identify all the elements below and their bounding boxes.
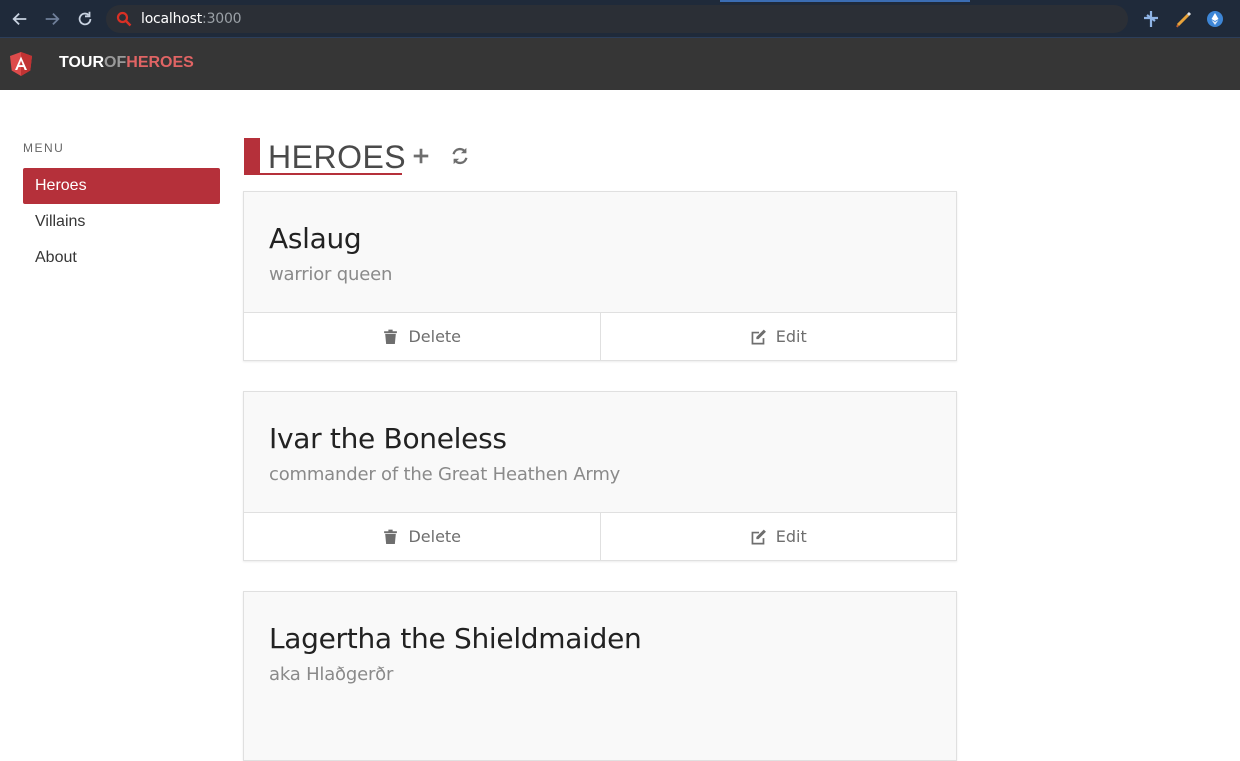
page-title: HEROES: [268, 139, 407, 175]
delete-label: Delete: [408, 527, 462, 546]
delete-label: Delete: [408, 327, 462, 346]
sidebar-item-label: Villains: [35, 213, 86, 230]
delete-button[interactable]: Delete: [244, 513, 600, 560]
trash-icon: [384, 329, 398, 344]
url-text: localhost:3000: [141, 11, 242, 27]
sidebar-item-about[interactable]: About: [23, 240, 220, 276]
sidebar-item-villains[interactable]: Villains: [23, 204, 220, 240]
menu-label: MENU: [23, 141, 65, 155]
address-bar[interactable]: localhost:3000: [106, 5, 1128, 33]
hero-name: Aslaug: [269, 222, 362, 255]
card-footer: Delete Edit: [244, 312, 956, 360]
back-arrow-icon[interactable]: [10, 9, 30, 29]
edit-button[interactable]: Edit: [599, 313, 957, 360]
sidebar-item-heroes[interactable]: Heroes: [23, 168, 220, 204]
hero-description: warrior queen: [269, 264, 393, 285]
title-accent-bar: [244, 138, 260, 175]
hero-card[interactable]: Ivar the Boneless commander of the Great…: [243, 391, 957, 561]
add-hero-button[interactable]: [410, 145, 432, 167]
sidebar-item-label: Heroes: [35, 177, 87, 194]
hero-card[interactable]: Aslaug warrior queen Delete Edit: [243, 191, 957, 361]
reload-icon[interactable]: [75, 9, 95, 29]
browser-toolbar: localhost:3000: [0, 0, 1240, 38]
ethereum-icon[interactable]: [1206, 10, 1224, 28]
pen-icon[interactable]: [1175, 10, 1193, 28]
brand-title[interactable]: TOUROFHEROES: [59, 54, 194, 72]
hero-name: Ivar the Boneless: [269, 422, 507, 455]
forward-arrow-icon[interactable]: [42, 9, 62, 29]
delete-button[interactable]: Delete: [244, 313, 600, 360]
search-icon: [116, 11, 132, 27]
refresh-button[interactable]: [449, 145, 471, 167]
refresh-icon: [452, 147, 468, 165]
hero-description: commander of the Great Heathen Army: [269, 464, 621, 485]
extension-icon[interactable]: [1142, 10, 1160, 28]
card-footer: Delete Edit: [244, 512, 956, 560]
hero-name: Lagertha the Shieldmaiden: [269, 622, 642, 655]
edit-icon: [751, 529, 766, 545]
trash-icon: [384, 529, 398, 544]
edit-icon: [751, 329, 766, 345]
app-header: TOUROFHEROES: [0, 38, 1240, 90]
hero-card[interactable]: Lagertha the Shieldmaiden aka Hlaðgerðr: [243, 591, 957, 761]
edit-button[interactable]: Edit: [599, 513, 957, 560]
plus-icon: [413, 148, 429, 164]
edit-label: Edit: [775, 527, 807, 546]
edit-label: Edit: [775, 327, 807, 346]
angular-logo-icon[interactable]: [10, 52, 32, 76]
hero-description: aka Hlaðgerðr: [269, 664, 394, 685]
sidebar-item-label: About: [35, 249, 77, 266]
